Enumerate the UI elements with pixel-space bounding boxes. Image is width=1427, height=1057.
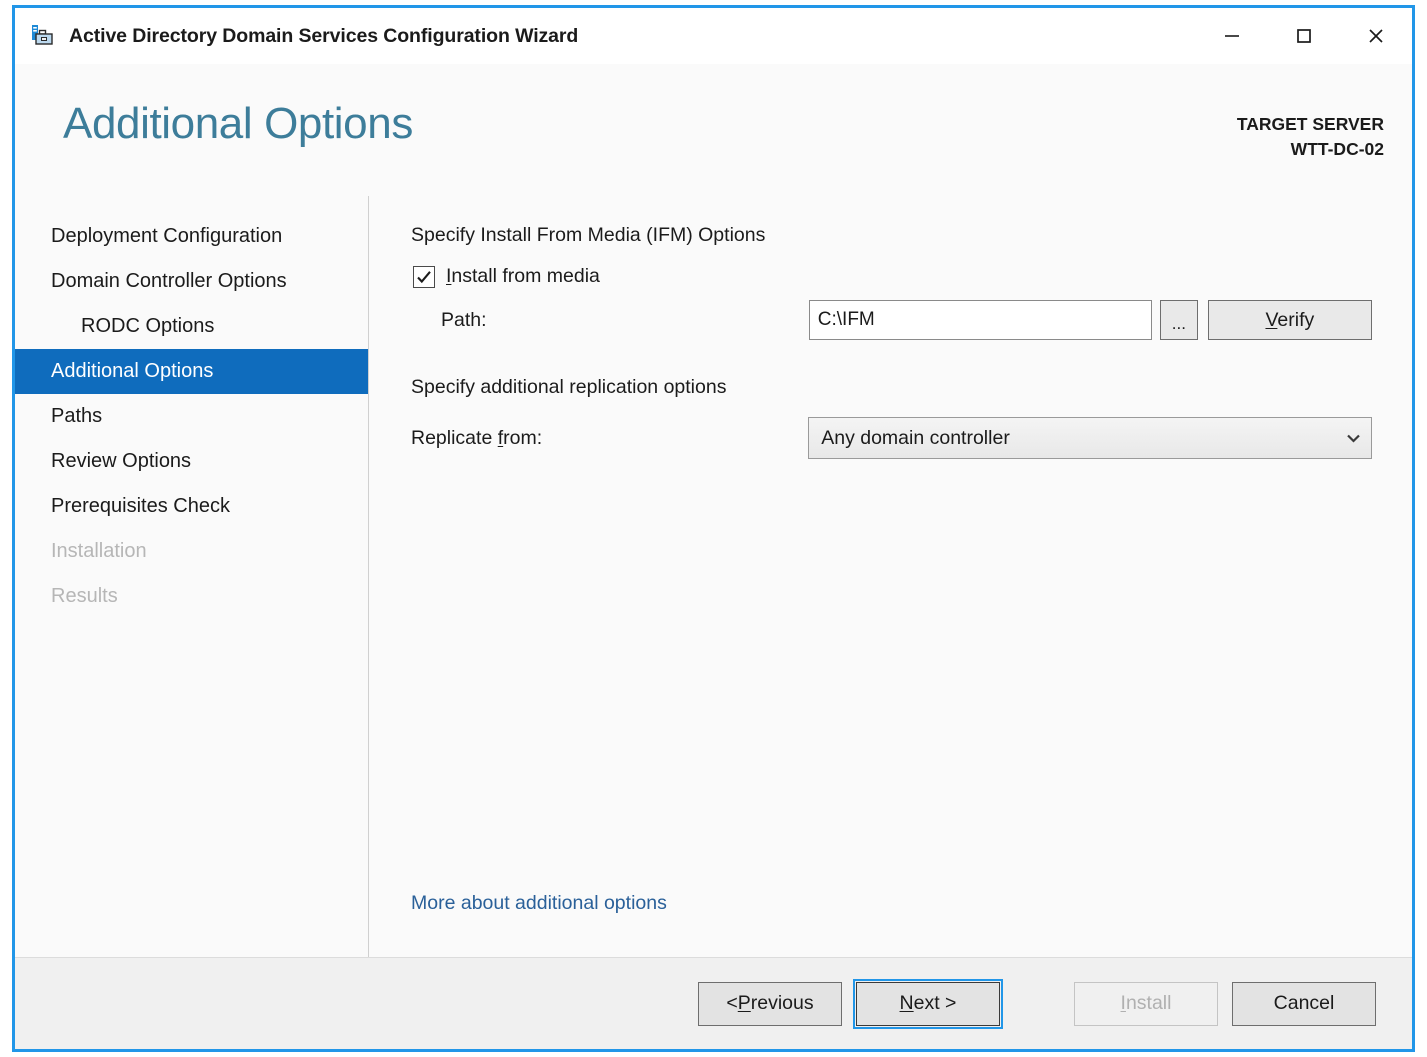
sidebar-item-domain-controller-options[interactable]: Domain Controller Options [15, 259, 368, 304]
sidebar-item-deployment-configuration[interactable]: Deployment Configuration [15, 214, 368, 259]
replicate-from-dropdown[interactable]: Any domain controller [808, 417, 1372, 459]
body-area: Deployment Configuration Domain Controll… [15, 196, 1412, 957]
main-content: Specify Install From Media (IFM) Options… [369, 196, 1412, 957]
window-title: Active Directory Domain Services Configu… [69, 24, 579, 47]
window-controls [1196, 8, 1412, 64]
sidebar-item-label: Additional Options [51, 360, 214, 382]
sidebar-item-results: Results [15, 574, 368, 619]
path-row: Path: ... Verify [411, 300, 1372, 340]
more-about-additional-options-link[interactable]: More about additional options [411, 892, 667, 915]
wizard-nav-sidebar: Deployment Configuration Domain Controll… [15, 196, 369, 957]
label-prefix: Replicate [411, 426, 498, 449]
chevron-down-icon [1346, 431, 1361, 445]
close-icon[interactable] [1340, 8, 1412, 64]
target-server-name: WTT-DC-02 [1290, 139, 1384, 160]
ad-ds-server-icon [29, 22, 57, 50]
replication-section-heading: Specify additional replication options [411, 376, 727, 398]
target-server-block: TARGET SERVER WTT-DC-02 [1237, 102, 1384, 163]
replicate-from-selected-value: Any domain controller [821, 426, 1010, 449]
sidebar-item-additional-options[interactable]: Additional Options [15, 349, 368, 394]
sidebar-item-review-options[interactable]: Review Options [15, 439, 368, 484]
install-from-media-row[interactable]: Install from media [413, 265, 1372, 288]
label-rest: rom: [503, 426, 543, 449]
label-prefix: Cancel [1273, 992, 1335, 1014]
sidebar-item-label: RODC Options [81, 315, 215, 337]
accel-char: N [899, 992, 914, 1014]
sidebar-item-label: Prerequisites Check [51, 495, 230, 517]
install-from-media-label: Install from media [446, 265, 600, 288]
install-from-media-checkbox[interactable] [413, 265, 435, 288]
target-server-label: TARGET SERVER [1236, 114, 1384, 134]
label-rest: revious [750, 992, 814, 1014]
page-title: Additional Options [63, 99, 413, 148]
browse-button[interactable]: ... [1160, 300, 1198, 340]
wizard-footer: < Previous Next > Install Cancel [15, 957, 1412, 1049]
accel-char: V [1265, 308, 1278, 331]
minimize-icon[interactable] [1196, 8, 1268, 64]
checkmark-icon [417, 270, 431, 283]
install-button: Install [1074, 981, 1218, 1026]
sidebar-item-installation: Installation [15, 529, 368, 574]
sidebar-item-label: Results [51, 585, 118, 607]
label-rest: nstall from media [451, 265, 600, 287]
replicate-from-label: Replicate from: [411, 427, 808, 450]
accel-char: P [737, 992, 751, 1014]
sidebar-item-prerequisites-check[interactable]: Prerequisites Check [15, 484, 368, 529]
label-rest: erify [1277, 308, 1315, 331]
sidebar-item-label: Installation [51, 540, 147, 562]
next-button[interactable]: Next > [853, 978, 1003, 1029]
path-input[interactable] [808, 300, 1153, 340]
cancel-button[interactable]: Cancel [1232, 981, 1376, 1026]
title-bar: Active Directory Domain Services Configu… [15, 8, 1412, 64]
label-rest: ext > [913, 992, 957, 1014]
sidebar-item-label: Paths [51, 405, 103, 427]
page-header: Additional Options TARGET SERVER WTT-DC-… [15, 64, 1412, 196]
replicate-from-row: Replicate from: Any domain controller [411, 417, 1372, 459]
ifm-section-heading: Specify Install From Media (IFM) Options [411, 224, 766, 246]
sidebar-item-rodc-options[interactable]: RODC Options [15, 304, 368, 349]
path-label: Path: [441, 308, 487, 331]
sidebar-item-paths[interactable]: Paths [15, 394, 368, 439]
screen-root: Active Directory Domain Services Configu… [0, 0, 1427, 1057]
verify-button[interactable]: Verify [1207, 300, 1372, 340]
sidebar-item-label: Review Options [51, 450, 192, 472]
sidebar-item-label: Domain Controller Options [51, 270, 287, 292]
maximize-icon[interactable] [1268, 8, 1340, 64]
label-rest: nstall [1125, 992, 1172, 1014]
label-prefix: < [726, 992, 738, 1014]
wizard-window: Active Directory Domain Services Configu… [12, 5, 1415, 1052]
previous-button[interactable]: < Previous [698, 981, 842, 1026]
sidebar-item-label: Deployment Configuration [51, 225, 283, 247]
